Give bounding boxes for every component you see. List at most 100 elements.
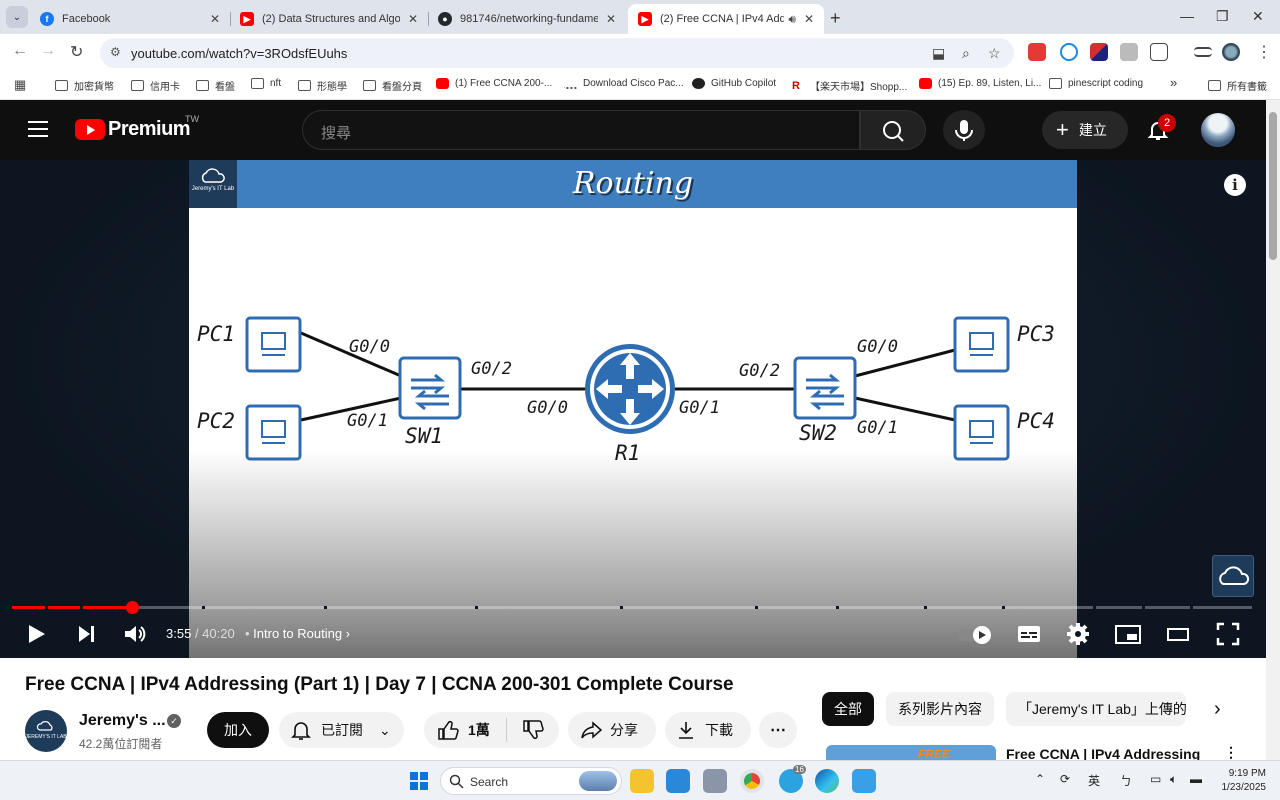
menu-icon[interactable] (28, 121, 48, 137)
channel-name[interactable]: Jeremy's ... (79, 712, 166, 730)
minimize-button[interactable]: — (1180, 8, 1194, 24)
media-control-icon[interactable] (1194, 47, 1212, 57)
chips-next-button[interactable]: › (1202, 692, 1233, 726)
account-avatar[interactable] (1201, 113, 1235, 147)
close-icon[interactable]: ✕ (408, 12, 418, 26)
taskbar-clock[interactable]: 9:19 PM 1/23/2025 (1214, 767, 1267, 795)
miniplayer-icon[interactable] (1114, 622, 1142, 646)
channel-watermark[interactable] (1212, 555, 1254, 597)
extension-new-icon[interactable] (1028, 43, 1046, 61)
bookmark-item[interactable]: pinescript coding (1049, 78, 1143, 89)
extension-generic-icon[interactable] (1120, 43, 1138, 61)
theater-mode-icon[interactable] (1166, 622, 1190, 646)
chip-all[interactable]: 全部 (822, 692, 874, 726)
tab-free-ccna[interactable]: ▶ (2) Free CCNA | IPv4 Addres 🔊︎ ✕ (628, 4, 824, 34)
bookmark-item[interactable]: (15) Ep. 89, Listen, Li... (919, 78, 1041, 89)
app-icon[interactable] (703, 769, 727, 793)
scrollbar-thumb[interactable] (1269, 112, 1277, 260)
all-bookmarks-folder[interactable]: 所有書籤 (1208, 78, 1267, 93)
brand-label[interactable]: Premium (108, 118, 191, 141)
join-button[interactable]: 加入 (207, 712, 269, 748)
url-text[interactable]: youtube.com/watch?v=3ROdsfEUuhs (131, 46, 347, 61)
taskbar-search[interactable]: Search (440, 767, 622, 795)
battery-icon[interactable]: ▬ (1190, 772, 1202, 786)
more-bookmarks-button[interactable]: » (1170, 75, 1177, 90)
like-count[interactable]: 1萬 (468, 720, 490, 740)
search-button[interactable] (860, 110, 926, 150)
download-button[interactable]: 下載 (665, 712, 751, 748)
play-icon[interactable] (26, 622, 48, 646)
new-tab-button[interactable]: + (830, 8, 841, 29)
tab-github[interactable]: ● 981746/networking-fundament ✕ (428, 4, 626, 34)
bookmark-star-icon[interactable]: ☆ (988, 45, 1001, 62)
bookmark-item[interactable]: 形態學 (298, 78, 347, 93)
recommendation-title[interactable]: Free CCNA | IPv4 Addressing (1006, 746, 1200, 760)
fullscreen-icon[interactable] (1216, 622, 1240, 646)
site-info-icon[interactable]: ⚙ (110, 45, 121, 59)
bookmark-item[interactable]: 信用卡 (131, 78, 180, 93)
subtitles-icon[interactable] (1016, 622, 1042, 646)
search-input[interactable]: 搜尋 (302, 110, 860, 150)
chip-series[interactable]: 系列影片內容 (886, 692, 994, 726)
extension-copilot-icon[interactable] (1060, 43, 1078, 61)
create-button[interactable]: + 建立 (1042, 111, 1128, 149)
file-explorer-icon[interactable] (630, 769, 654, 793)
bookmark-item[interactable]: GitHub Copilot (692, 78, 776, 89)
more-actions-button[interactable]: ⋯ (759, 712, 797, 748)
address-bar[interactable]: ⚙ youtube.com/watch?v=3ROdsfEUuhs ⬓ ⌕ ☆ (100, 38, 1014, 68)
thumbs-up-icon[interactable] (436, 719, 460, 741)
voice-search-button[interactable] (943, 110, 985, 150)
next-video-icon[interactable] (76, 622, 98, 646)
bookmark-item[interactable]: nft (251, 78, 281, 89)
volume-icon[interactable] (122, 622, 148, 646)
profile-icon[interactable] (1222, 43, 1240, 61)
thumbs-down-icon[interactable] (521, 719, 545, 741)
video-player[interactable]: Jeremy's IT Lab Routing PC1 PC2 PC3 PC4 … (0, 160, 1266, 658)
chip-channel-uploads[interactable]: 「Jeremy's IT Lab」上傳的 (1006, 692, 1186, 726)
bookmark-item[interactable]: (1) Free CCNA 200-... (436, 78, 552, 89)
chrome-icon[interactable] (740, 769, 764, 793)
reload-icon[interactable]: ↻ (70, 42, 83, 62)
bookmark-item[interactable]: 看盤 (196, 78, 235, 93)
menu-icon[interactable]: ⋮ (1256, 42, 1272, 62)
install-app-icon[interactable]: ⬓ (932, 45, 945, 62)
sync-icon[interactable]: ⟳ (1060, 772, 1070, 786)
info-icon[interactable]: i (1224, 174, 1246, 196)
autoplay-toggle[interactable] (956, 622, 994, 646)
app-icon[interactable] (666, 769, 690, 793)
forward-icon[interactable]: → (40, 42, 56, 60)
edge-icon[interactable] (815, 769, 839, 793)
close-icon[interactable]: ✕ (606, 12, 616, 26)
bookmark-item[interactable]: R 【楽天市場】Shopp... (792, 78, 907, 93)
notepad-icon[interactable] (852, 769, 876, 793)
tab-data-structures[interactable]: ▶ (2) Data Structures and Algorith ✕ (230, 4, 428, 34)
chapter-button[interactable]: • Intro to Routing › (245, 626, 350, 641)
close-window-button[interactable]: ✕ (1252, 8, 1264, 25)
speaker-icon[interactable]: 🔊︎ (788, 12, 796, 27)
progress-bar[interactable] (12, 601, 1252, 614)
extensions-puzzle-icon[interactable] (1150, 43, 1168, 61)
apps-grid-icon[interactable]: ▦ (14, 77, 26, 93)
settings-gear-icon[interactable] (1066, 622, 1090, 646)
share-button[interactable]: 分享 (568, 712, 656, 748)
extension-flag-icon[interactable] (1090, 43, 1108, 61)
recommendation-menu-icon[interactable]: ⋮ (1224, 744, 1238, 760)
recommendation-thumbnail[interactable]: FREE (826, 745, 996, 760)
tab-facebook[interactable]: f Facebook ✕ (30, 4, 230, 34)
back-icon[interactable]: ← (12, 42, 28, 60)
bookmark-item[interactable]: 加密貨幣 (55, 78, 114, 93)
volume-icon[interactable]: 🔈︎ (1170, 772, 1177, 787)
tab-search-button[interactable]: ⌄ (6, 6, 28, 28)
windows-start-icon[interactable] (407, 769, 431, 793)
ime-indicator[interactable]: 英 (1088, 772, 1100, 789)
progress-scrubber-handle[interactable] (126, 601, 140, 614)
subscribed-button[interactable]: 已訂閱 ⌄ (279, 712, 404, 748)
telegram-icon[interactable]: 16 (779, 765, 806, 793)
page-scrollbar[interactable] (1266, 100, 1280, 760)
close-icon[interactable]: ✕ (804, 12, 814, 26)
restore-button[interactable]: ❐ (1216, 8, 1229, 25)
channel-avatar[interactable]: JEREMY'S IT LAB (25, 710, 67, 752)
zoom-icon[interactable]: ⌕ (962, 45, 970, 62)
network-icon[interactable]: ▭ (1150, 772, 1161, 786)
ime-mode-icon[interactable]: ㄅ (1120, 772, 1132, 789)
